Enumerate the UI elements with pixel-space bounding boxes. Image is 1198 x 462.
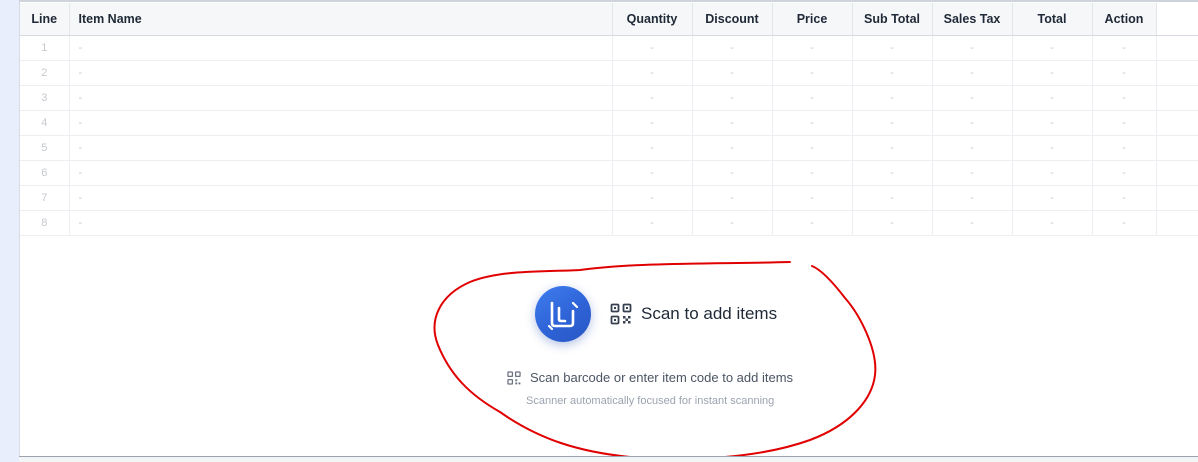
bottom-panel-edge: [19, 457, 1198, 462]
red-annotation-circle: [433, 261, 877, 460]
scan-empty-state: Scan to add items Scan barcode or enter …: [0, 0, 1198, 462]
